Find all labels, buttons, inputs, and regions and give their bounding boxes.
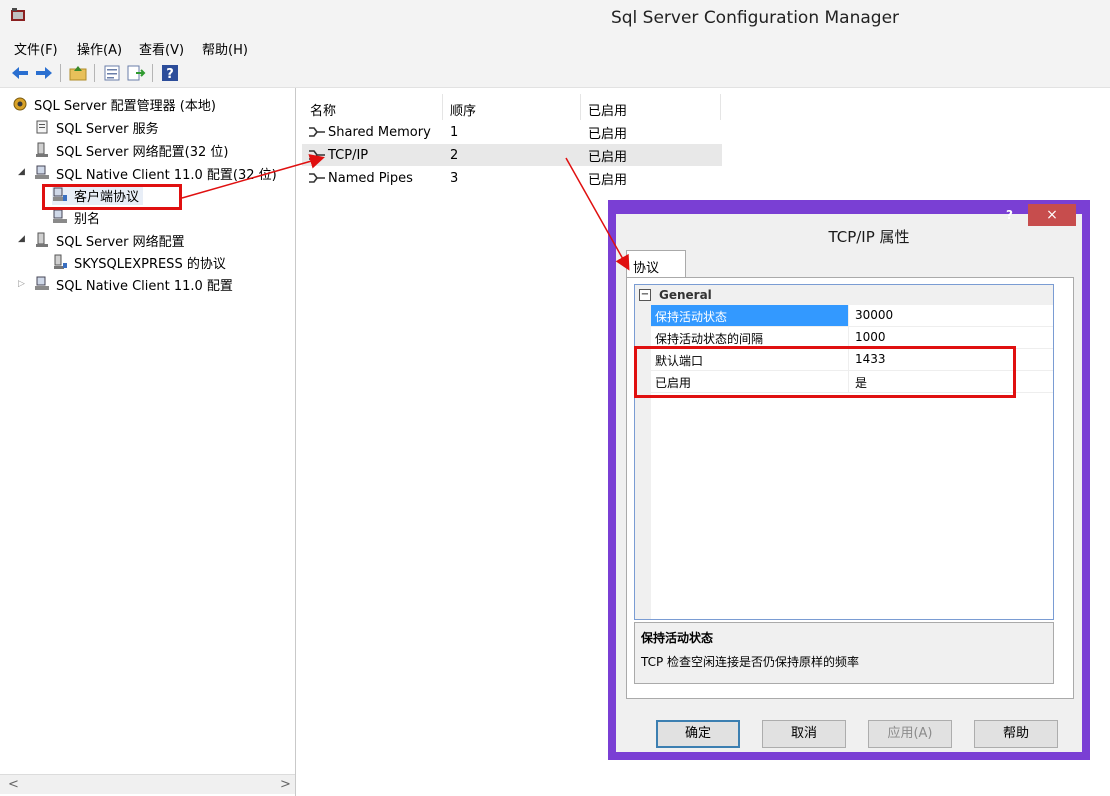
property-grid: − General 保持活动状态 30000 保持活动状态的间隔 1000 默认… xyxy=(634,284,1054,620)
tree-label: SQL Server 网络配置 xyxy=(56,234,185,250)
ok-button[interactable]: 确定 xyxy=(656,720,740,748)
up-folder-icon[interactable] xyxy=(68,63,88,83)
tree-label: SQL Native Client 11.0 配置(32 位) xyxy=(56,167,277,183)
tree-label: SQL Native Client 11.0 配置 xyxy=(56,278,233,294)
category-name: General xyxy=(659,288,712,302)
tree-label: SKYSQLEXPRESS 的协议 xyxy=(74,256,226,272)
tree-label: 别名 xyxy=(74,211,101,227)
help-icon[interactable]: ? xyxy=(160,63,180,83)
description-text: TCP 检查空闲连接是否仍保持原样的频率 xyxy=(641,655,860,669)
help-button[interactable]: 帮助 xyxy=(974,720,1058,748)
column-divider[interactable] xyxy=(720,94,721,120)
protocol-enabled: 已启用 xyxy=(588,149,628,165)
expanded-triangle-icon[interactable]: ◢ xyxy=(18,167,25,177)
export-list-icon[interactable] xyxy=(126,63,146,83)
scroll-right-icon[interactable]: > xyxy=(280,777,291,792)
tree-item-native-client[interactable]: SQL Native Client 11.0 配置 xyxy=(34,274,233,294)
apply-button[interactable]: 应用(A) xyxy=(868,720,952,748)
services-icon xyxy=(36,120,48,134)
protocol-plug-icon xyxy=(309,127,325,137)
close-button[interactable]: × xyxy=(1028,204,1076,226)
toolbar-separator xyxy=(60,64,61,82)
back-arrow-icon[interactable] xyxy=(10,63,30,83)
protocol-name: Named Pipes xyxy=(328,170,413,186)
menu-help[interactable]: 帮助(H) xyxy=(202,39,248,58)
protocol-enabled: 已启用 xyxy=(588,126,628,142)
tree-item-network-32[interactable]: SQL Server 网络配置(32 位) xyxy=(34,140,228,160)
tree-item-instance-protocols[interactable]: SKYSQLEXPRESS 的协议 xyxy=(52,252,226,272)
protocol-order: 2 xyxy=(450,147,459,163)
protocol-name: Shared Memory xyxy=(328,124,431,140)
protocol-order: 3 xyxy=(450,170,459,186)
svg-text:?: ? xyxy=(166,67,174,82)
column-divider[interactable] xyxy=(442,94,443,120)
menu-file[interactable]: 文件(F) xyxy=(14,39,58,58)
menu-bar: 文件(F) 操作(A) 查看(V) 帮助(H) xyxy=(0,34,1110,60)
toolbar: ? xyxy=(0,60,1110,88)
tree-item-network[interactable]: SQL Server 网络配置 xyxy=(34,230,185,250)
menu-action[interactable]: 操作(A) xyxy=(77,39,122,58)
title-bar: Sql Server Configuration Manager xyxy=(0,0,1110,34)
tcpip-properties-dialog: TCP/IP 属性 协议 − General 保持活动状态 30000 保持活动… xyxy=(608,200,1090,760)
tree-label: SQL Server 服务 xyxy=(56,121,159,137)
dialog-body: TCP/IP 属性 协议 − General 保持活动状态 30000 保持活动… xyxy=(616,214,1082,752)
network-icon xyxy=(36,142,48,157)
config-manager-icon xyxy=(13,97,27,111)
menu-view[interactable]: 查看(V) xyxy=(139,39,184,58)
collapsed-triangle-icon[interactable]: ▷ xyxy=(18,279,25,289)
property-name: 保持活动状态 xyxy=(651,305,849,326)
protocol-enabled: 已启用 xyxy=(588,172,628,188)
protocol-plug-icon xyxy=(309,173,325,183)
tree-item-services[interactable]: SQL Server 服务 xyxy=(34,117,159,137)
tree-label: SQL Server 配置管理器 (本地) xyxy=(34,98,216,114)
alias-icon xyxy=(53,209,67,223)
property-category[interactable]: − General xyxy=(635,285,1053,305)
tree-item-aliases[interactable]: 别名 xyxy=(52,207,100,227)
properties-icon[interactable] xyxy=(102,63,122,83)
tree-item-native-client-32[interactable]: SQL Native Client 11.0 配置(32 位) xyxy=(34,163,277,183)
column-header-enabled[interactable]: 已启用 xyxy=(588,100,627,119)
cancel-button[interactable]: 取消 xyxy=(762,720,846,748)
network-icon xyxy=(36,232,48,247)
toolbar-separator xyxy=(94,64,95,82)
protocol-icon xyxy=(54,254,67,269)
property-row[interactable]: 保持活动状态 30000 xyxy=(651,305,1053,327)
protocol-name: TCP/IP xyxy=(328,147,369,163)
protocol-plug-icon xyxy=(309,150,325,160)
scroll-left-icon[interactable]: < xyxy=(8,777,19,792)
expanded-triangle-icon[interactable]: ◢ xyxy=(18,234,25,244)
annotation-box-client-protocols xyxy=(42,184,182,210)
column-header-order[interactable]: 顺序 xyxy=(450,100,476,119)
property-value[interactable]: 1000 xyxy=(851,327,1051,348)
client-icon xyxy=(35,165,49,179)
horizontal-scrollbar[interactable]: < > xyxy=(0,774,295,794)
column-divider[interactable] xyxy=(580,94,581,120)
window-title: Sql Server Configuration Manager xyxy=(610,8,900,28)
collapse-category-icon[interactable]: − xyxy=(639,289,651,301)
dialog-title: TCP/IP 属性 xyxy=(828,228,910,246)
help-question-icon[interactable]: ? xyxy=(1006,208,1013,222)
tree-label: SQL Server 网络配置(32 位) xyxy=(56,144,229,160)
forward-arrow-icon[interactable] xyxy=(34,63,54,83)
toolbar-separator xyxy=(152,64,153,82)
tab-protocol[interactable]: 协议 xyxy=(626,250,686,278)
tree-root[interactable]: SQL Server 配置管理器 (本地) xyxy=(12,94,216,114)
description-title: 保持活动状态 xyxy=(641,631,714,645)
protocol-order: 1 xyxy=(450,124,459,140)
property-value[interactable]: 30000 xyxy=(851,305,1051,326)
annotation-box-port-enabled xyxy=(634,346,1016,398)
description-panel: 保持活动状态 TCP 检查空闲连接是否仍保持原样的频率 xyxy=(634,622,1054,684)
column-header-name[interactable]: 名称 xyxy=(310,100,336,119)
property-name: 保持活动状态的间隔 xyxy=(651,327,849,348)
client-icon xyxy=(35,276,49,290)
